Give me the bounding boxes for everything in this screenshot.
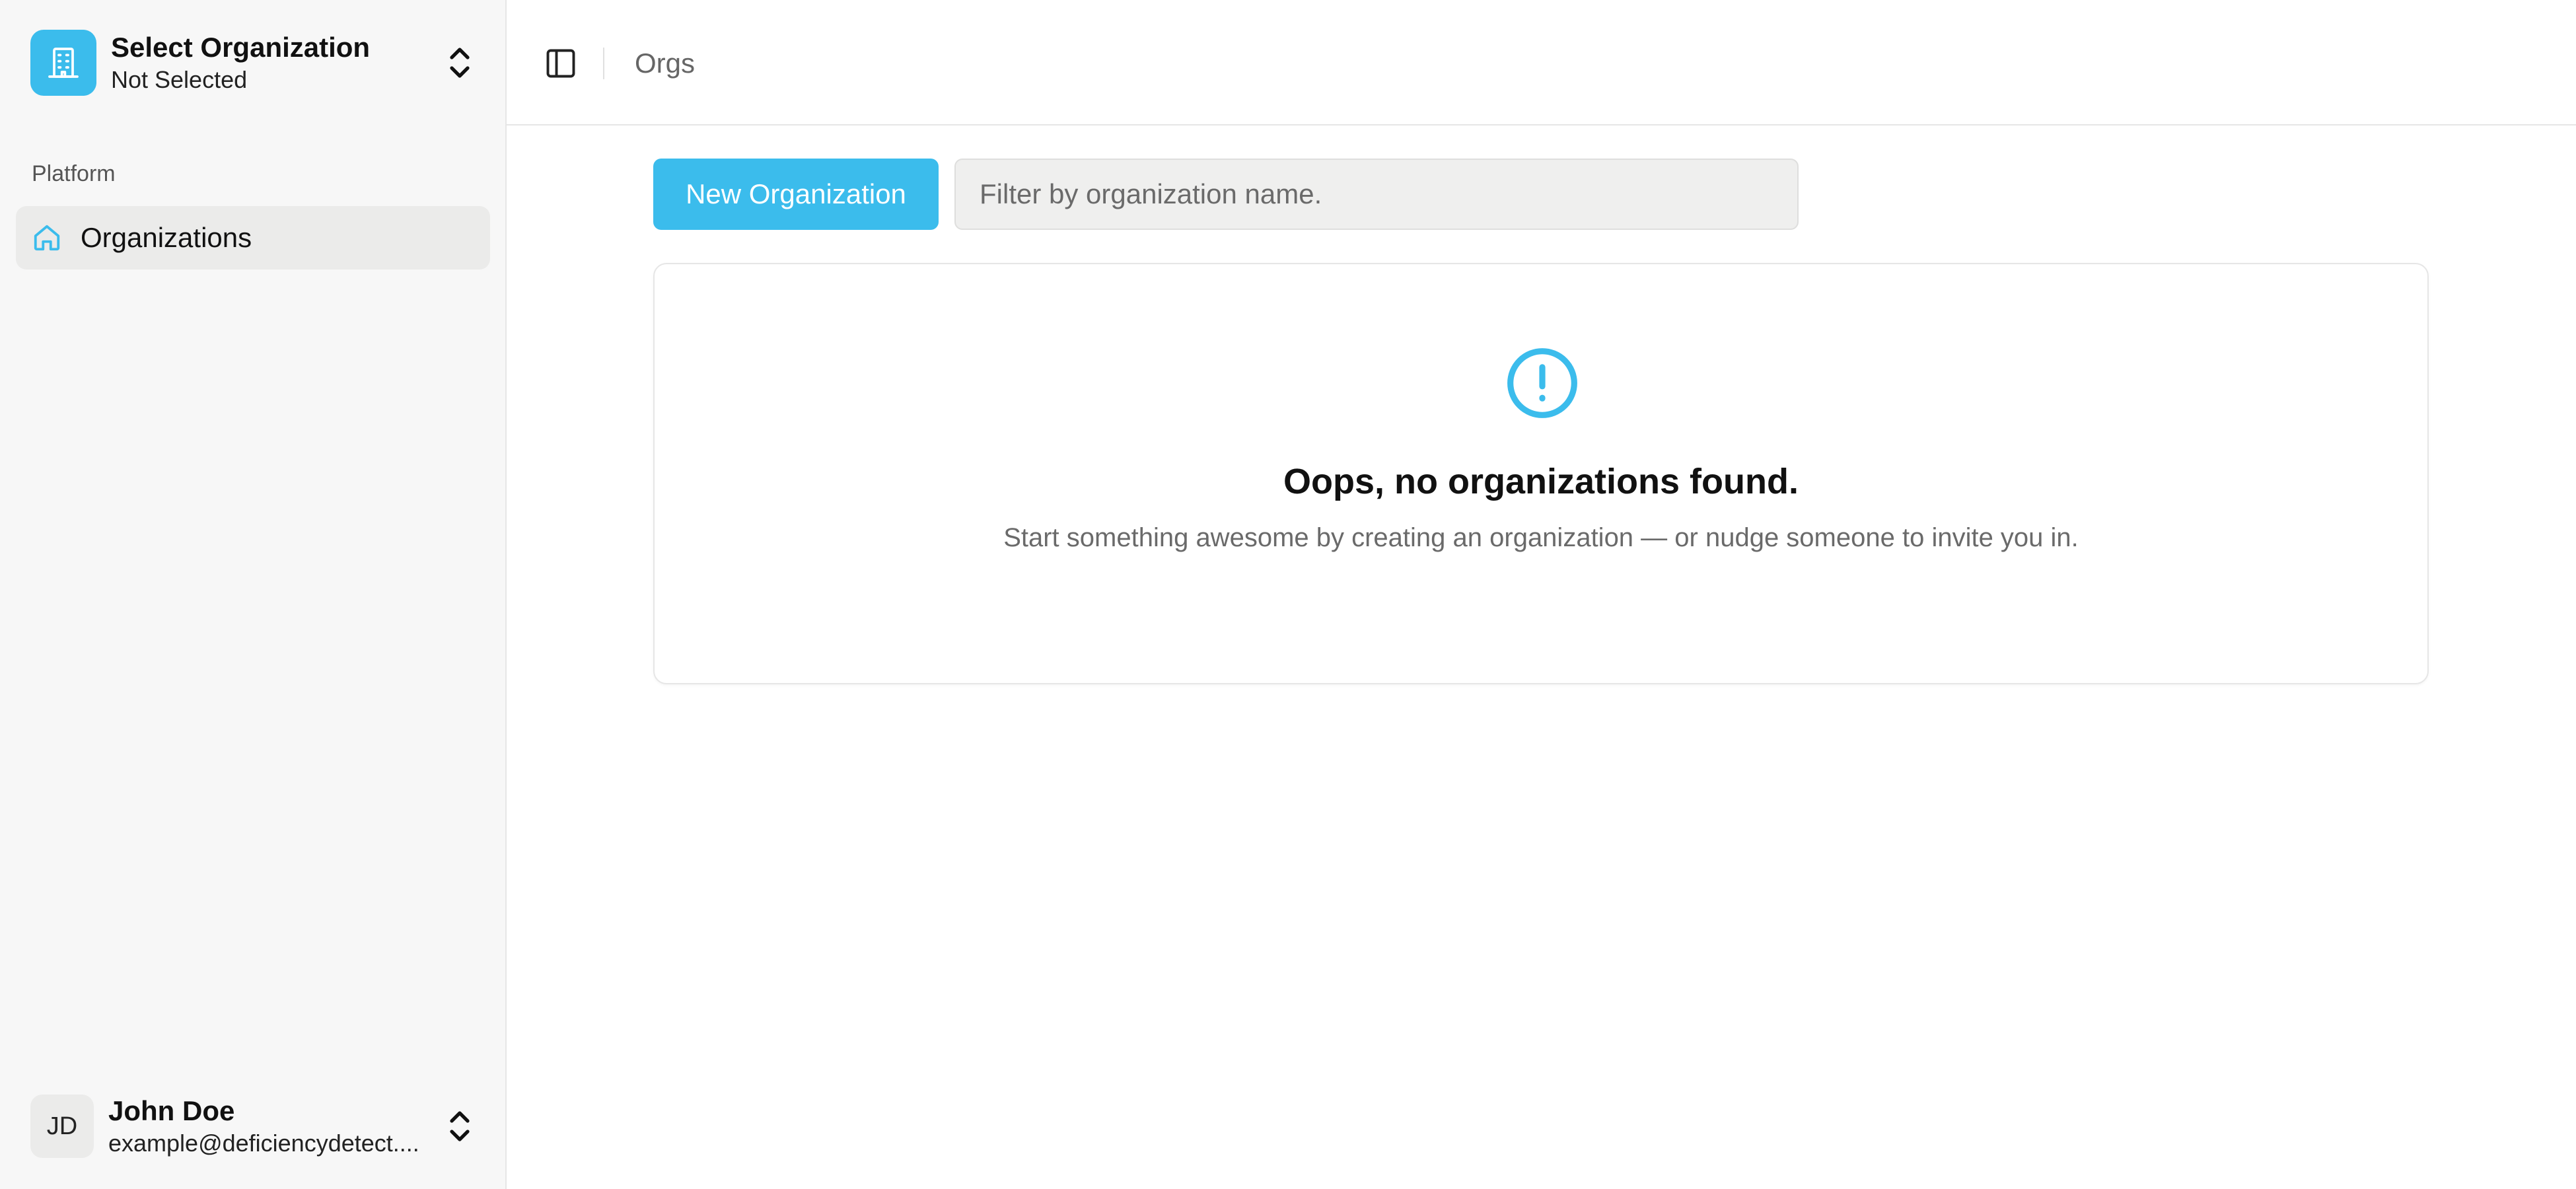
new-organization-button[interactable]: New Organization (653, 159, 939, 230)
chevron-up-down-icon (450, 1111, 470, 1141)
breadcrumb[interactable]: Orgs (635, 46, 695, 81)
alert-circle-icon (1507, 348, 1577, 418)
empty-state-title: Oops, no organizations found. (1283, 462, 1799, 501)
main-content: Orgs New Organization Oops, no organizat… (507, 0, 2576, 1189)
user-email: example@deficiencydetect.... (108, 1130, 419, 1157)
home-icon (34, 225, 60, 251)
topbar-divider (603, 48, 604, 79)
toolbar: New Organization (653, 159, 1799, 230)
building-icon (30, 30, 96, 96)
app-root: Select Organization Not Selected Platfor… (0, 0, 2576, 1189)
sidebar-item-label: Organizations (81, 222, 252, 253)
top-bar: Orgs (507, 0, 2576, 126)
empty-state-card: Oops, no organizations found. Start some… (653, 263, 2429, 684)
avatar: JD (30, 1095, 94, 1158)
sidebar: Select Organization Not Selected Platfor… (0, 0, 507, 1189)
sidebar-item-organizations[interactable]: Organizations (16, 206, 490, 270)
filter-input[interactable] (954, 159, 1799, 230)
sidebar-toggle-icon[interactable] (544, 46, 578, 81)
org-subtitle: Not Selected (111, 66, 248, 93)
org-switcher[interactable]: Select Organization Not Selected (16, 13, 491, 112)
user-switcher[interactable]: JD John Doe example@deficiencydetect.... (16, 1083, 491, 1169)
user-text: John Doe example@deficiencydetect.... (108, 1094, 425, 1159)
org-title: Select Organization (111, 32, 371, 63)
org-switcher-text: Select Organization Not Selected (111, 30, 370, 95)
empty-state-description: Start something awesome by creating an o… (1003, 523, 2079, 552)
chevron-up-down-icon (450, 48, 470, 78)
section-label-platform: Platform (32, 161, 116, 186)
user-name: John Doe (108, 1095, 235, 1126)
